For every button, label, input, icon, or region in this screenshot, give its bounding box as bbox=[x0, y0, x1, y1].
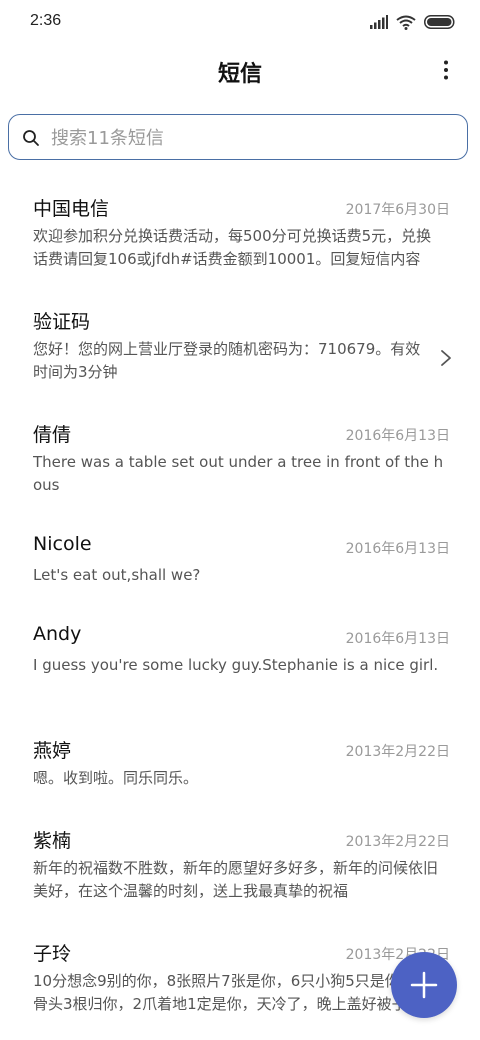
conversation-snippet: I guess you're some lucky guy.Stephanie … bbox=[33, 656, 439, 674]
conversation-date: 2017年6月30日 bbox=[345, 202, 450, 218]
plus-icon bbox=[410, 971, 438, 999]
conversation-name: 紫楠 bbox=[33, 830, 72, 852]
conversation-snippet: There was a table set out under a tree i… bbox=[33, 453, 444, 494]
conversation-name: Andy bbox=[33, 623, 82, 645]
more-vert-icon bbox=[444, 60, 448, 80]
conversation-date: 2013年2月22日 bbox=[345, 834, 450, 850]
search-input[interactable] bbox=[49, 121, 453, 155]
search-icon bbox=[23, 130, 39, 146]
wifi-icon bbox=[396, 15, 416, 30]
page-title: 短信 bbox=[217, 62, 262, 87]
search-box[interactable] bbox=[8, 114, 468, 160]
conversation-item[interactable]: 燕婷 2013年2月22日 嗯。收到啦。同乐同乐。 bbox=[0, 722, 480, 812]
conversation-item[interactable]: 紫楠 2013年2月22日 新年的祝福数不胜数，新年的愿望好多好多，新年的问候依… bbox=[0, 812, 480, 924]
conversation-snippet: 您好！您的网上营业厅登录的随机密码为：710679。有效时间为3分钟 bbox=[33, 340, 421, 381]
messages-app: 2:36 短信 搜索11条短信 中国电信 2017年6月30日 欢迎参加积分兑换… bbox=[0, 0, 480, 1040]
more-options-button[interactable] bbox=[434, 54, 458, 86]
conversation-name: 中国电信 bbox=[33, 198, 110, 220]
conversation-date: 2016年6月13日 bbox=[345, 428, 450, 444]
conversation-date: 2016年6月13日 bbox=[345, 631, 450, 647]
conversation-snippet: 欢迎参加积分兑换话费活动，每500分可兑换话费5元，兑换话费请回复106或jfd… bbox=[33, 227, 432, 268]
conversation-item[interactable]: 倩倩 2016年6月13日 There was a table set out … bbox=[0, 406, 480, 518]
conversation-name: Nicole bbox=[33, 533, 92, 555]
signal-icon bbox=[370, 15, 388, 29]
conversation-snippet: Let's eat out,shall we? bbox=[33, 566, 201, 584]
conversation-item[interactable]: 验证码 您好！您的网上营业厅登录的随机密码为：710679。有效时间为3分钟 bbox=[0, 293, 480, 405]
conversation-item[interactable]: Andy 2016年6月13日 I guess you're some luck… bbox=[0, 609, 480, 721]
conversation-date: 2016年6月13日 bbox=[345, 541, 450, 557]
conversation-name: 倩倩 bbox=[33, 424, 72, 446]
status-time: 2:36 bbox=[30, 12, 62, 29]
conversation-item[interactable]: 中国电信 2017年6月30日 欢迎参加积分兑换话费活动，每500分可兑换话费5… bbox=[0, 180, 480, 292]
conversation-snippet: 10分想念9别的你，8张照片7张是你，6只小狗5只是你，4根骨头3根归你，2爪着… bbox=[33, 972, 440, 1013]
conversation-snippet: 新年的祝福数不胜数，新年的愿望好多好多，新年的问候依旧美好，在这个温馨的时刻，送… bbox=[33, 859, 439, 900]
conversation-snippet: 嗯。收到啦。同乐同乐。 bbox=[33, 769, 199, 787]
status-icons bbox=[370, 13, 456, 31]
new-message-button[interactable] bbox=[391, 952, 457, 1018]
app-header: 短信 bbox=[0, 44, 480, 104]
conversation-item[interactable]: Nicole 2016年6月13日 Let's eat out,shall we… bbox=[0, 519, 480, 609]
conversation-name: 燕婷 bbox=[33, 740, 72, 762]
conversation-name: 验证码 bbox=[33, 311, 91, 333]
status-bar: 2:36 bbox=[0, 0, 480, 44]
battery-icon bbox=[424, 15, 455, 29]
conversation-date: 2013年2月22日 bbox=[345, 744, 450, 760]
chevron-right-icon bbox=[441, 350, 451, 366]
conversation-name: 子玲 bbox=[33, 943, 72, 965]
